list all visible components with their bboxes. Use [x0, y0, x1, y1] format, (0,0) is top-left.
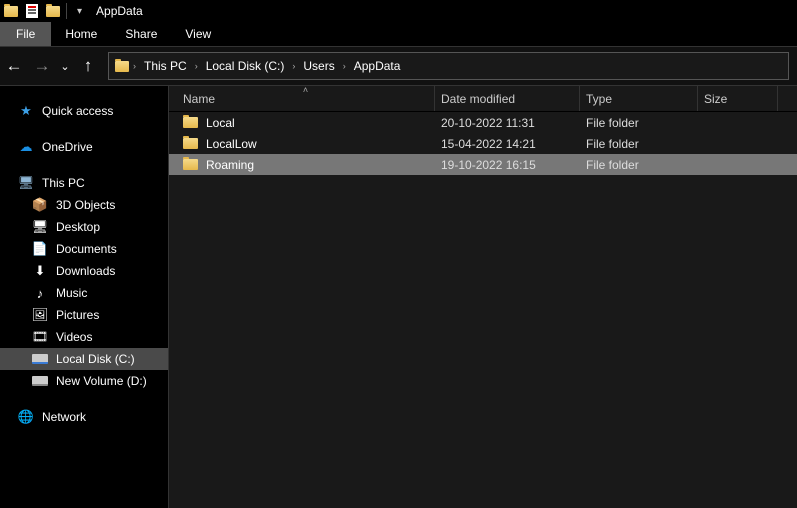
pc-icon: 🖥 [18, 175, 34, 191]
tab-share[interactable]: Share [111, 22, 171, 46]
crumb-sep-icon[interactable]: › [193, 61, 200, 71]
file-list-pane: Name ˄ Date modified Type Size Local 20-1… [168, 86, 797, 508]
file-row[interactable]: LocalLow 15-04-2022 14:21File folder [169, 133, 797, 154]
crumb-appdata[interactable]: AppData [350, 59, 405, 73]
cloud-icon: ☁ [18, 139, 34, 155]
file-date: 15-04-2022 14:21 [435, 137, 580, 151]
navigation-pane: ★ Quick access ☁ OneDrive 🖥 This PC 📦 3D… [0, 86, 168, 508]
sidebar-downloads[interactable]: ⬇ Downloads [0, 260, 168, 282]
file-date: 19-10-2022 16:15 [435, 158, 580, 172]
crumb-this-pc[interactable]: This PC [140, 59, 191, 73]
downloads-icon: ⬇ [32, 263, 48, 279]
pictures-icon: 🖼 [32, 307, 48, 323]
sidebar-item-label: Videos [56, 330, 92, 344]
tab-view[interactable]: View [171, 22, 225, 46]
column-headers: Name ˄ Date modified Type Size [169, 86, 797, 112]
file-name: Local [206, 116, 235, 130]
folder-icon [183, 117, 198, 128]
sidebar-onedrive[interactable]: ☁ OneDrive [0, 136, 168, 158]
sidebar-item-label: Documents [56, 242, 117, 256]
file-type: File folder [580, 116, 698, 130]
sidebar-item-label: Local Disk (C:) [56, 352, 135, 366]
column-type[interactable]: Type [580, 86, 698, 111]
drive-icon [32, 376, 48, 386]
qat-customize-chevron[interactable]: ▾ [73, 6, 86, 17]
address-bar[interactable]: › This PC › Local Disk (C:) › Users › Ap… [108, 52, 789, 80]
sidebar-videos[interactable]: 🎞 Videos [0, 326, 168, 348]
network-icon: 🌐 [18, 409, 34, 425]
sidebar-desktop[interactable]: 🖥 Desktop [0, 216, 168, 238]
sidebar-item-label: New Volume (D:) [56, 374, 147, 388]
objects3d-icon: 📦 [32, 197, 48, 213]
qat-properties-icon[interactable] [26, 4, 38, 18]
crumb-sep-icon[interactable]: › [341, 61, 348, 71]
sidebar-item-label: Network [42, 410, 86, 424]
file-row[interactable]: Local 20-10-2022 11:31File folder [169, 112, 797, 133]
sidebar-item-label: Quick access [42, 104, 113, 118]
star-icon: ★ [18, 103, 34, 119]
file-type: File folder [580, 158, 698, 172]
folder-icon [183, 159, 198, 170]
nav-up-button[interactable]: ↑ [74, 56, 102, 76]
crumb-sep-icon[interactable]: › [131, 61, 138, 71]
column-date[interactable]: Date modified [435, 86, 580, 111]
sidebar-music[interactable]: ♪ Music [0, 282, 168, 304]
desktop-icon: 🖥 [32, 219, 48, 235]
window-title: AppData [88, 4, 143, 18]
sidebar-pictures[interactable]: 🖼 Pictures [0, 304, 168, 326]
ribbon-tabs: File Home Share View [0, 22, 797, 46]
app-icon [4, 6, 18, 17]
sidebar-3d-objects[interactable]: 📦 3D Objects [0, 194, 168, 216]
sidebar-new-volume-d[interactable]: New Volume (D:) [0, 370, 168, 392]
videos-icon: 🎞 [32, 329, 48, 345]
column-label: Name [183, 92, 215, 106]
crumb-sep-icon[interactable]: › [290, 61, 297, 71]
nav-forward-button[interactable]: → [28, 56, 56, 76]
sidebar-item-label: This PC [42, 176, 85, 190]
folder-icon [183, 138, 198, 149]
sidebar-item-label: Pictures [56, 308, 99, 322]
nav-back-button[interactable]: ← [0, 56, 28, 76]
file-row[interactable]: Roaming 19-10-2022 16:15File folder [169, 154, 797, 175]
file-date: 20-10-2022 11:31 [435, 116, 580, 130]
file-name: Roaming [206, 158, 254, 172]
crumb-users[interactable]: Users [299, 59, 338, 73]
sidebar-this-pc[interactable]: 🖥 This PC [0, 172, 168, 194]
nav-recent-chevron[interactable]: ⌄ [56, 60, 74, 73]
documents-icon: 📄 [32, 241, 48, 257]
sidebar-item-label: Music [56, 286, 87, 300]
title-bar: ▾ AppData [0, 0, 797, 22]
address-folder-icon [115, 61, 129, 72]
file-name: LocalLow [206, 137, 257, 151]
music-icon: ♪ [32, 285, 48, 301]
file-type: File folder [580, 137, 698, 151]
sidebar-item-label: Downloads [56, 264, 115, 278]
sidebar-quick-access[interactable]: ★ Quick access [0, 100, 168, 122]
sidebar-item-label: 3D Objects [56, 198, 115, 212]
drive-icon [32, 354, 48, 364]
nav-bar: ← → ⌄ ↑ › This PC › Local Disk (C:) › Us… [0, 46, 797, 86]
column-name[interactable]: Name ˄ [177, 86, 435, 111]
tab-home[interactable]: Home [51, 22, 111, 46]
sidebar-item-label: OneDrive [42, 140, 93, 154]
qat-separator [66, 3, 67, 19]
sort-indicator-icon: ˄ [303, 85, 308, 95]
sidebar-local-disk-c[interactable]: Local Disk (C:) [0, 348, 168, 370]
sidebar-item-label: Desktop [56, 220, 100, 234]
qat-newfolder-icon[interactable] [46, 6, 60, 17]
sidebar-documents[interactable]: 📄 Documents [0, 238, 168, 260]
column-size[interactable]: Size [698, 86, 778, 111]
sidebar-network[interactable]: 🌐 Network [0, 406, 168, 428]
tab-file[interactable]: File [0, 22, 51, 46]
crumb-local-disk[interactable]: Local Disk (C:) [202, 59, 289, 73]
